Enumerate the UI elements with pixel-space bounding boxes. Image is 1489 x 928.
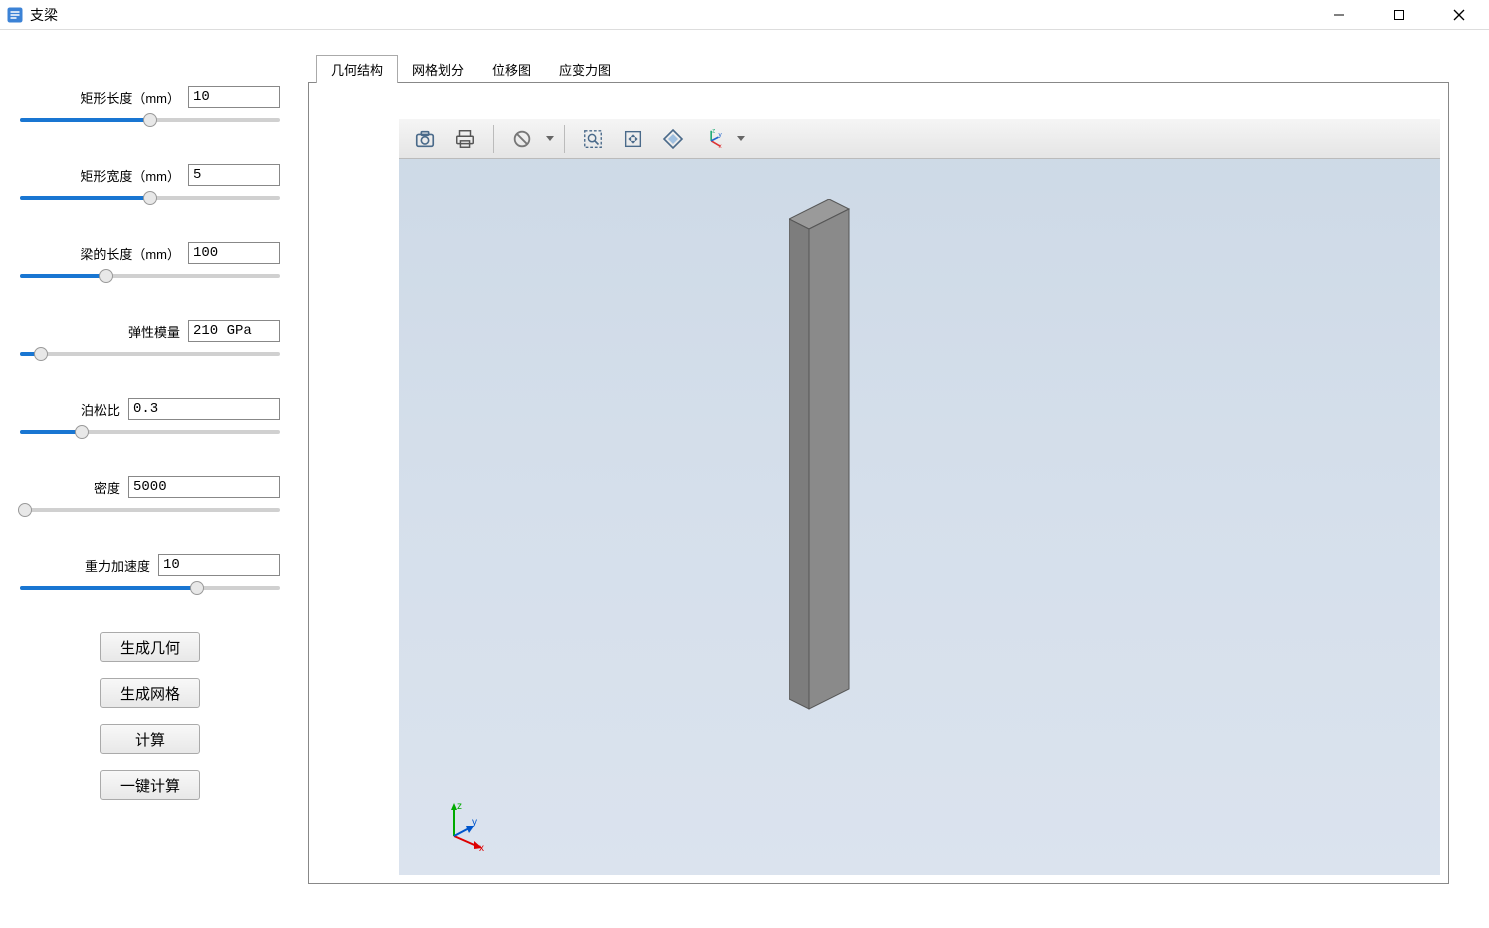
chevron-down-icon[interactable]	[737, 136, 745, 141]
slider-thumb[interactable]	[75, 425, 89, 439]
param-row: 密度	[20, 476, 280, 512]
minimize-icon	[1333, 9, 1345, 21]
axis-y-label: y	[472, 817, 477, 828]
param-label: 泊松比	[81, 400, 120, 419]
rotate-icon	[661, 127, 685, 151]
param-label: 密度	[94, 478, 120, 497]
slider-thumb[interactable]	[190, 581, 204, 595]
parameters-panel: 矩形长度（mm） 矩形宽度（mm） 梁的长度（mm） 弹性模量	[0, 30, 300, 924]
maximize-button[interactable]	[1369, 0, 1429, 30]
maximize-icon	[1393, 9, 1405, 21]
param-input[interactable]	[128, 398, 280, 420]
zoom-region-icon	[582, 128, 604, 150]
svg-text:y: y	[719, 131, 723, 138]
view-tabs: 几何结构网格划分位移图应变力图	[308, 54, 1449, 82]
param-label: 矩形长度（mm）	[80, 88, 180, 107]
axis-z-label: z	[457, 801, 462, 812]
geometry-viewport[interactable]: z x y z	[399, 119, 1440, 875]
param-label: 矩形宽度（mm）	[80, 166, 180, 185]
param-input[interactable]	[188, 86, 280, 108]
param-row: 泊松比	[20, 398, 280, 434]
forbid-icon	[511, 128, 533, 150]
param-slider[interactable]	[20, 586, 280, 590]
slider-thumb[interactable]	[143, 113, 157, 127]
titlebar: 支梁	[0, 0, 1489, 30]
zoom-region-button[interactable]	[575, 123, 611, 155]
axis-view-icon: z x y	[702, 128, 724, 150]
viewport-toolbar: z x y	[399, 119, 1440, 159]
slider-thumb[interactable]	[143, 191, 157, 205]
param-label: 梁的长度（mm）	[80, 244, 180, 263]
close-button[interactable]	[1429, 0, 1489, 30]
param-slider[interactable]	[20, 508, 280, 512]
rotate-view-button[interactable]	[655, 123, 691, 155]
compute-button[interactable]: 计算	[100, 724, 200, 754]
minimize-button[interactable]	[1309, 0, 1369, 30]
param-label: 弹性模量	[128, 322, 180, 341]
slider-thumb[interactable]	[99, 269, 113, 283]
param-slider[interactable]	[20, 118, 280, 122]
param-slider[interactable]	[20, 430, 280, 434]
param-slider[interactable]	[20, 196, 280, 200]
param-input[interactable]	[158, 554, 280, 576]
param-row: 重力加速度	[20, 554, 280, 590]
param-row: 矩形宽度（mm）	[20, 164, 280, 200]
param-row: 矩形长度（mm）	[20, 86, 280, 122]
generate-geometry-button[interactable]: 生成几何	[100, 632, 200, 662]
slider-thumb[interactable]	[18, 503, 32, 517]
print-icon	[454, 128, 476, 150]
axis-gizmo: z x y	[439, 801, 489, 851]
param-input[interactable]	[128, 476, 280, 498]
chevron-down-icon[interactable]	[546, 136, 554, 141]
generate-mesh-button[interactable]: 生成网格	[100, 678, 200, 708]
param-slider[interactable]	[20, 274, 280, 278]
param-row: 梁的长度（mm）	[20, 242, 280, 278]
axis-view-button[interactable]: z x y	[695, 123, 731, 155]
tab-2[interactable]: 位移图	[478, 55, 545, 83]
param-label: 重力加速度	[85, 556, 150, 575]
print-button[interactable]	[447, 123, 483, 155]
axis-x-label: x	[479, 843, 484, 851]
param-input[interactable]	[188, 164, 280, 186]
window-title: 支梁	[30, 5, 58, 25]
camera-icon	[414, 128, 436, 150]
tab-1[interactable]: 网格划分	[398, 55, 478, 83]
svg-text:x: x	[719, 143, 723, 150]
tab-0[interactable]: 几何结构	[316, 55, 398, 83]
param-slider[interactable]	[20, 352, 280, 356]
viewport-frame: z x y z	[308, 82, 1449, 884]
app-icon	[6, 6, 24, 24]
one-click-compute-button[interactable]: 一键计算	[100, 770, 200, 800]
fit-icon	[622, 128, 644, 150]
svg-text:z: z	[712, 128, 715, 135]
param-row: 弹性模量	[20, 320, 280, 356]
slider-thumb[interactable]	[34, 347, 48, 361]
close-icon	[1453, 9, 1465, 21]
tab-3[interactable]: 应变力图	[545, 55, 625, 83]
toolbar-separator	[493, 125, 494, 153]
fit-view-button[interactable]	[615, 123, 651, 155]
clear-button[interactable]	[504, 123, 540, 155]
toolbar-separator	[564, 125, 565, 153]
camera-button[interactable]	[407, 123, 443, 155]
param-input[interactable]	[188, 320, 280, 342]
param-input[interactable]	[188, 242, 280, 264]
beam-geometry	[789, 199, 869, 719]
